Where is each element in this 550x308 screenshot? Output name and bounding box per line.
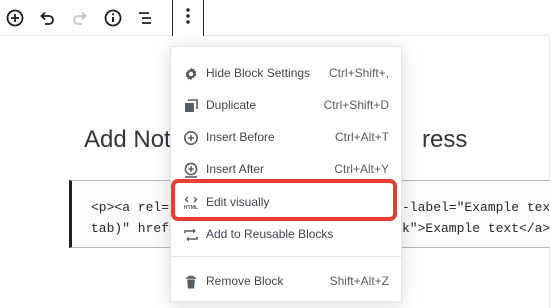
menu-item-shortcut: Ctrl+Alt+Y (334, 162, 389, 176)
menu-item-label: Hide Block Settings (206, 66, 311, 80)
menu-item-insert-before[interactable]: Insert Before Ctrl+Alt+T (171, 122, 403, 152)
menu-item-shortcut: Ctrl+Shift+D (323, 98, 389, 112)
heading-text-left: Add Not (84, 126, 171, 153)
menu-divider (171, 256, 403, 257)
block-navigation-icon[interactable] (132, 5, 158, 31)
menu-item-label: Remove Block (206, 274, 284, 288)
menu-item-label: Insert After (206, 162, 265, 176)
block-options-menu: Hide Block Settings Ctrl+Shift+, Duplica… (170, 46, 403, 302)
menu-item-shortcut: Ctrl+Alt+T (334, 130, 389, 144)
editor-toolbar (0, 0, 550, 36)
menu-item-duplicate[interactable]: Duplicate Ctrl+Shift+D (171, 90, 403, 120)
gear-icon (182, 65, 200, 83)
heading-text-right: ress (422, 126, 468, 153)
insert-after-icon (182, 161, 200, 179)
undo-icon[interactable] (34, 5, 60, 31)
editor-window: Add Not ress <p><a rel=" -label="Example… (0, 0, 550, 308)
info-icon[interactable] (100, 5, 126, 31)
menu-item-label: Duplicate (206, 98, 257, 112)
post-title-heading[interactable]: Add Not ress (84, 126, 467, 154)
menu-item-hide-block-settings[interactable]: Hide Block Settings Ctrl+Shift+, (171, 58, 403, 88)
trash-icon (182, 273, 200, 291)
redo-icon[interactable] (67, 5, 93, 31)
add-block-icon[interactable] (2, 5, 28, 31)
menu-item-label: Add to Reusable Blocks (206, 227, 334, 241)
more-options-button[interactable] (172, 0, 204, 36)
menu-item-label: Insert Before (206, 130, 275, 144)
menu-item-shortcut: Ctrl+Shift+, (328, 66, 389, 80)
menu-item-shortcut: Shift+Alt+Z (329, 274, 389, 288)
code-line-2-left: tab)" href= (91, 221, 177, 236)
duplicate-icon (182, 97, 200, 115)
menu-item-remove-block[interactable]: Remove Block Shift+Alt+Z (171, 266, 403, 296)
reusable-block-icon (182, 226, 200, 244)
code-line-2-right: k">Example text</a></ (402, 221, 550, 236)
highlight-annotation-box (171, 179, 397, 221)
code-line-1-left: <p><a rel=" (91, 200, 177, 215)
menu-item-add-to-reusable-blocks[interactable]: Add to Reusable Blocks (171, 219, 403, 249)
more-options-icon (185, 7, 191, 30)
insert-before-icon (182, 129, 200, 147)
code-line-1-right: -label="Example text (402, 200, 550, 215)
